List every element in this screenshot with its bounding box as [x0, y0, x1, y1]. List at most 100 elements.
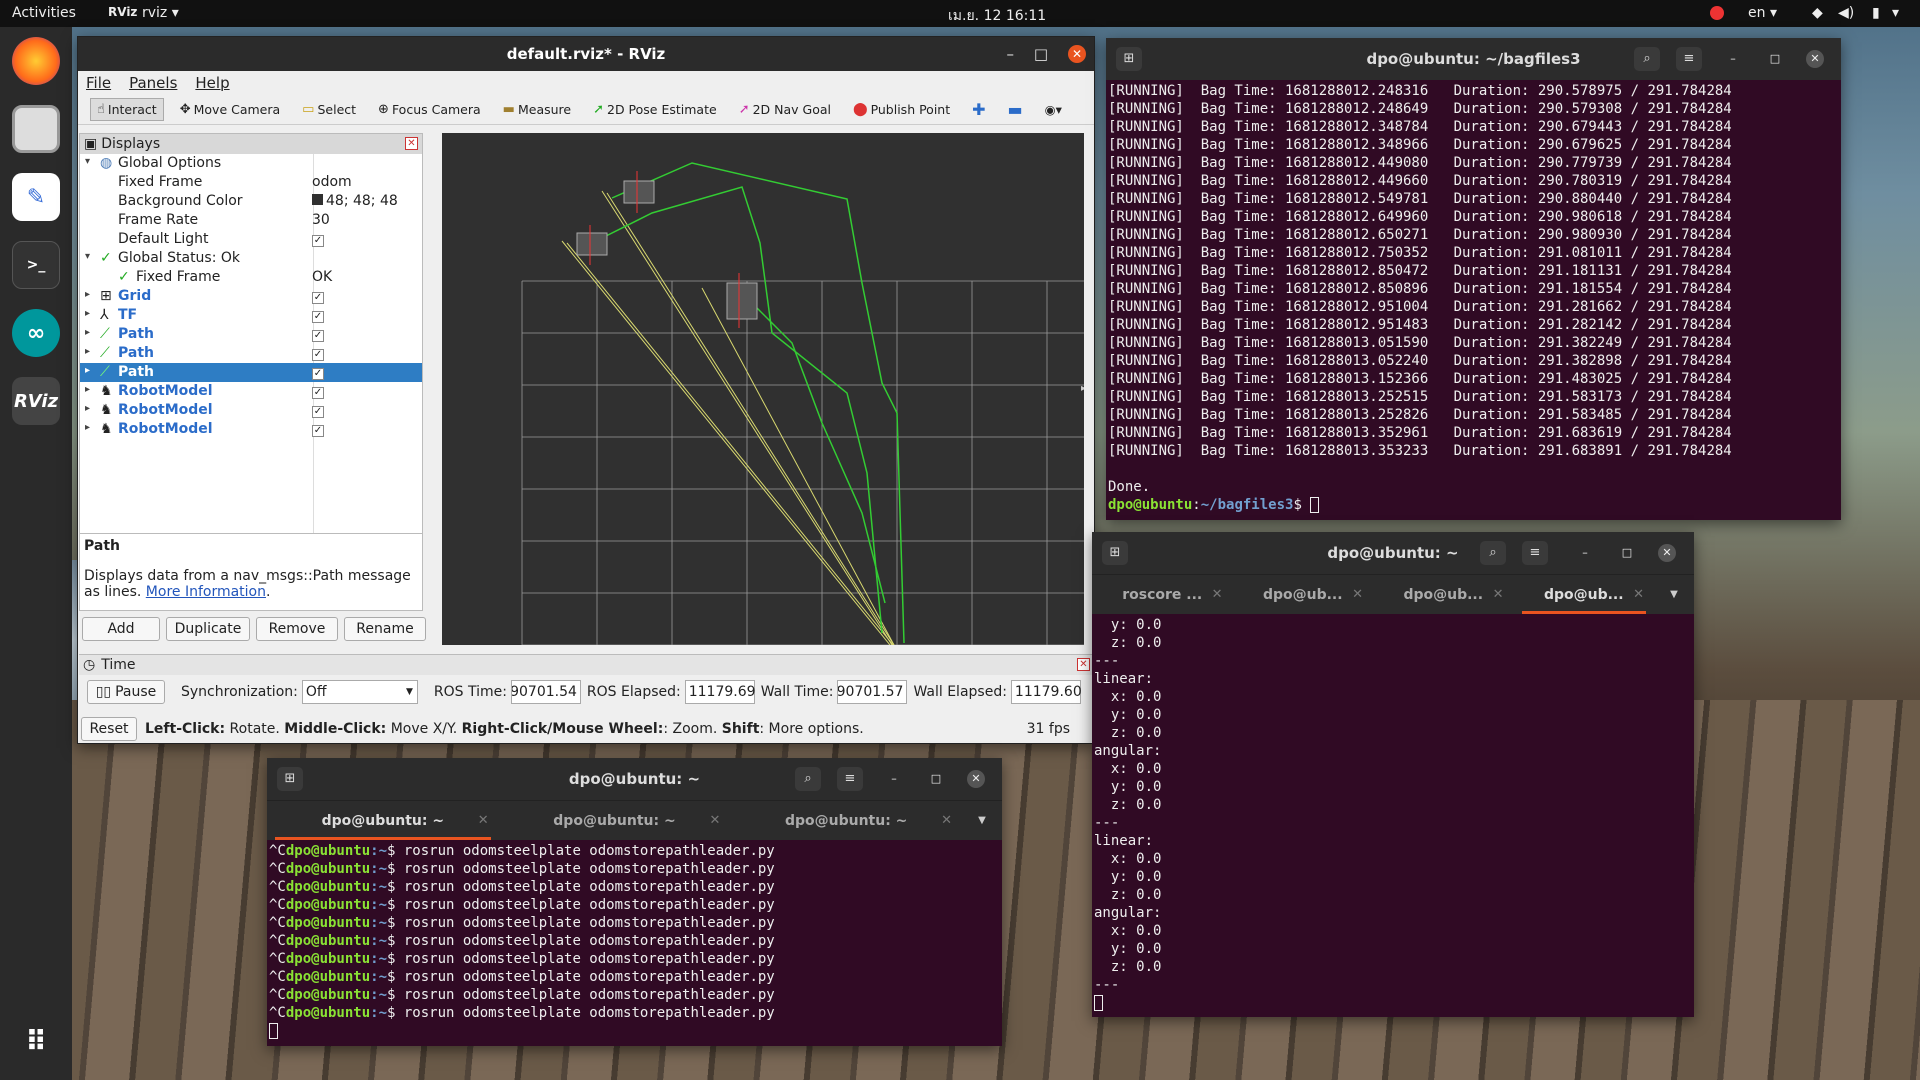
app-menu[interactable]: rviz ▾: [142, 5, 179, 21]
close-tab-icon[interactable]: ✕: [478, 813, 489, 828]
collapsed-arrow-icon[interactable]: ▸: [85, 346, 90, 357]
tabs-dropdown-icon[interactable]: ▼: [962, 801, 1002, 840]
more-information-link[interactable]: More Information: [146, 584, 266, 600]
interact-tool[interactable]: ☝ Interact: [90, 98, 164, 121]
terminal-titlebar[interactable]: ⊞ dpo@ubuntu: ~/bagfiles3 ⌕ ≡ – □ ✕: [1106, 38, 1841, 80]
do-not-disturb-icon[interactable]: [1710, 6, 1724, 20]
maximize-icon[interactable]: □: [927, 770, 945, 788]
pose-estimate-tool[interactable]: ➚ 2D Pose Estimate: [587, 99, 723, 120]
duplicate-button[interactable]: Duplicate: [166, 617, 250, 641]
terminal-output[interactable]: ^Cdpo@ubuntu:~$ rosrun odomsteelplate od…: [267, 840, 1002, 1042]
volume-icon[interactable]: ◀): [1838, 5, 1854, 21]
activities-button[interactable]: Activities: [12, 5, 76, 21]
add-button[interactable]: Add: [82, 617, 160, 641]
close-tab-icon[interactable]: ✕: [1633, 587, 1644, 602]
publish-point-tool[interactable]: ⬤ Publish Point: [847, 99, 956, 120]
tab-terminal-3[interactable]: dpo@ub... ✕: [1373, 575, 1514, 614]
add-tool-icon[interactable]: ✚: [966, 97, 991, 122]
clock[interactable]: เม.ย. 12 16:11: [948, 5, 1046, 27]
firefox-icon[interactable]: [12, 37, 60, 85]
path-checkbox[interactable]: ✓: [312, 349, 324, 361]
tree-grid[interactable]: ▸ ⊞ Grid ✓: [80, 287, 422, 306]
close-icon[interactable]: ✕: [1806, 50, 1824, 68]
collapsed-arrow-icon[interactable]: ▸: [85, 308, 90, 319]
collapsed-arrow-icon[interactable]: ▸: [85, 327, 90, 338]
battery-icon[interactable]: ▮: [1872, 5, 1880, 21]
path-checkbox[interactable]: ✓: [312, 330, 324, 342]
tab-roscore[interactable]: roscore ... ✕: [1092, 575, 1233, 614]
robotmodel-checkbox[interactable]: ✓: [312, 387, 324, 399]
measure-tool[interactable]: ▬ Measure: [497, 99, 577, 120]
robotmodel-checkbox[interactable]: ✓: [312, 406, 324, 418]
terminal-titlebar[interactable]: ⊞ dpo@ubuntu: ~ ⌕ ≡ – □ ✕: [1092, 532, 1694, 574]
collapsed-arrow-icon[interactable]: ▸: [85, 403, 90, 414]
select-tool[interactable]: ▭ Select: [296, 99, 362, 120]
tab-terminal-1[interactable]: dpo@ubuntu: ~ ✕: [267, 801, 499, 840]
splitter-right-icon[interactable]: ▸: [1081, 383, 1084, 394]
close-tab-icon[interactable]: ✕: [941, 813, 952, 828]
tree-default-light[interactable]: Default Light ✓: [80, 230, 422, 249]
wall-elapsed-field[interactable]: 11179.60: [1010, 680, 1082, 704]
expand-arrow-icon[interactable]: ▾: [85, 251, 90, 262]
remove-tool-icon[interactable]: ▬: [1002, 97, 1029, 122]
maximize-icon[interactable]: □: [1618, 544, 1636, 562]
tree-fixed-frame[interactable]: Fixed Frame odom: [80, 173, 422, 192]
search-icon[interactable]: ⌕: [1480, 541, 1506, 565]
tree-robotmodel-1[interactable]: ▸ ♞ RobotModel ✓: [80, 382, 422, 401]
rename-button[interactable]: Rename: [344, 617, 426, 641]
language-menu[interactable]: en ▾: [1748, 5, 1777, 21]
terminal-output[interactable]: [RUNNING] Bag Time: 1681288012.248316 Du…: [1106, 80, 1841, 516]
close-tab-icon[interactable]: ✕: [1212, 587, 1223, 602]
eye-icon[interactable]: ◉▾: [1039, 99, 1068, 120]
tab-terminal-2[interactable]: dpo@ubuntu: ~ ✕: [499, 801, 731, 840]
path-checkbox[interactable]: ✓: [312, 368, 324, 380]
collapsed-arrow-icon[interactable]: ▸: [85, 365, 90, 376]
focus-camera-tool[interactable]: ⊕ Focus Camera: [372, 99, 487, 120]
app-grid-icon[interactable]: ⠿: [12, 1017, 60, 1065]
close-panel-icon[interactable]: ✕: [1077, 658, 1090, 671]
grid-checkbox[interactable]: ✓: [312, 292, 324, 304]
tree-global-options[interactable]: ▾ ◍ Global Options: [80, 154, 422, 173]
tree-robotmodel-2[interactable]: ▸ ♞ RobotModel ✓: [80, 401, 422, 420]
new-tab-icon[interactable]: ⊞: [1116, 47, 1142, 71]
new-tab-icon[interactable]: ⊞: [1102, 541, 1128, 565]
search-icon[interactable]: ⌕: [1634, 47, 1660, 71]
pause-button[interactable]: ▯▯ Pause: [87, 680, 165, 704]
tab-terminal-4[interactable]: dpo@ub... ✕: [1514, 575, 1655, 614]
system-menu-icon[interactable]: ▾: [1892, 5, 1899, 21]
hamburger-menu-icon[interactable]: ≡: [1522, 541, 1548, 565]
tree-path-1[interactable]: ▸ ⟋ Path ✓: [80, 325, 422, 344]
hamburger-menu-icon[interactable]: ≡: [837, 767, 863, 791]
reset-button[interactable]: Reset: [81, 717, 137, 741]
tf-checkbox[interactable]: ✓: [312, 311, 324, 323]
close-tab-icon[interactable]: ✕: [1352, 587, 1363, 602]
tree-global-status[interactable]: ▾ ✓ Global Status: Ok: [80, 249, 422, 268]
remove-button[interactable]: Remove: [256, 617, 338, 641]
tabs-dropdown-icon[interactable]: ▼: [1654, 575, 1694, 614]
close-tab-icon[interactable]: ✕: [1493, 587, 1504, 602]
minimize-icon[interactable]: –: [1007, 37, 1015, 71]
minimize-icon[interactable]: –: [1576, 544, 1594, 562]
3d-view[interactable]: ◂ ▸: [442, 133, 1084, 645]
tree-background-color[interactable]: Background Color 48; 48; 48: [80, 192, 422, 211]
menu-help[interactable]: Help: [195, 74, 229, 92]
search-icon[interactable]: ⌕: [795, 767, 821, 791]
robotmodel-checkbox[interactable]: ✓: [312, 425, 324, 437]
tab-terminal-3[interactable]: dpo@ubuntu: ~ ✕: [730, 801, 962, 840]
maximize-icon[interactable]: □: [1766, 50, 1784, 68]
new-tab-icon[interactable]: ⊞: [277, 767, 303, 791]
minimize-icon[interactable]: –: [1724, 50, 1742, 68]
synchronization-select[interactable]: Off ▼: [301, 680, 418, 704]
hamburger-menu-icon[interactable]: ≡: [1676, 47, 1702, 71]
tree-path-2[interactable]: ▸ ⟋ Path ✓: [80, 344, 422, 363]
arduino-icon[interactable]: ∞: [12, 309, 60, 357]
default-light-checkbox[interactable]: ✓: [312, 235, 324, 247]
maximize-icon[interactable]: □: [1034, 37, 1048, 71]
wall-time-field[interactable]: 290701.57: [837, 680, 908, 704]
minimize-icon[interactable]: –: [885, 770, 903, 788]
close-icon[interactable]: ✕: [1068, 45, 1086, 63]
tree-robotmodel-3[interactable]: ▸ ♞ RobotModel ✓: [80, 420, 422, 439]
rviz-titlebar[interactable]: default.rviz* - RViz – □ ✕: [78, 37, 1094, 71]
collapsed-arrow-icon[interactable]: ▸: [85, 289, 90, 300]
close-tab-icon[interactable]: ✕: [709, 813, 720, 828]
